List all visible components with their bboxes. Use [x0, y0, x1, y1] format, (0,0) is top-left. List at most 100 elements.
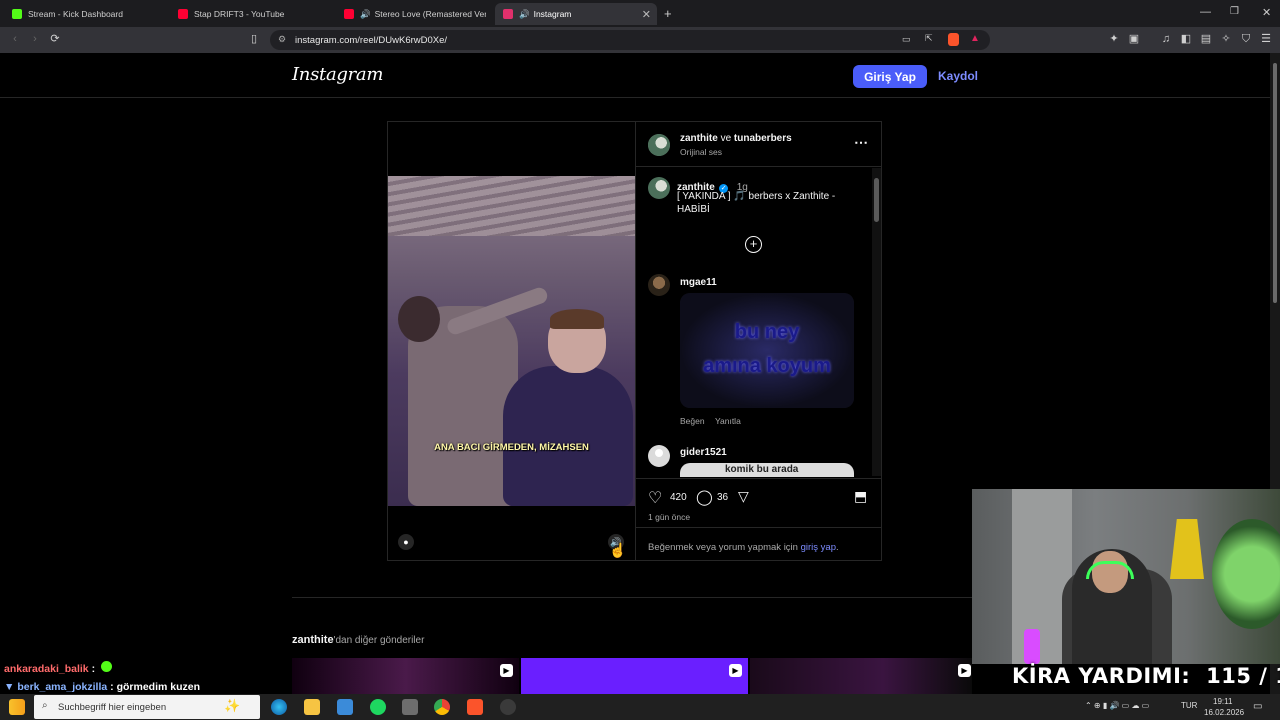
- chat-username: berk_ama_jokzilla: [17, 681, 108, 693]
- menu-icon[interactable]: ☰: [1260, 33, 1272, 45]
- leo-icon[interactable]: ✧: [1220, 33, 1232, 45]
- hair: [550, 309, 604, 329]
- save-icon[interactable]: ⬒: [854, 488, 867, 505]
- sidebar-icon[interactable]: ◧: [1180, 33, 1192, 45]
- calculator-icon[interactable]: [402, 699, 418, 715]
- vpn-icon[interactable]: ⛉: [1240, 33, 1252, 45]
- restore-icon[interactable]: ❐: [1230, 6, 1239, 17]
- tab-youtube-stereo[interactable]: 🔊 Stereo Love (Remastered Version: [336, 3, 486, 25]
- cast-icon[interactable]: ▭: [902, 34, 911, 45]
- bookmark-icon[interactable]: ▯: [248, 33, 260, 45]
- like-count[interactable]: 420: [670, 492, 687, 503]
- wallet2-icon[interactable]: ▤: [1200, 33, 1212, 45]
- tab-instagram[interactable]: 🔊 Instagram ✕: [495, 3, 657, 25]
- coauthor-link[interactable]: tunaberbers: [734, 133, 792, 144]
- authors-conjunction: ve: [720, 133, 732, 144]
- video-subtitle: ANA BACI GİRMEDEN, MİZAHSEN: [434, 442, 589, 453]
- goal-value: 115 / 120: [1206, 664, 1280, 688]
- comment-image-text: amına koyum: [703, 355, 831, 377]
- comment-image-text: komik bu arada: [725, 464, 799, 475]
- header-divider: [0, 97, 1270, 98]
- share-icon[interactable]: ▽: [738, 488, 749, 505]
- comment-image[interactable]: bu ney amına koyum: [680, 293, 854, 408]
- sparkle-icon: ✨: [224, 698, 241, 713]
- chat-text: görmedim kuzen: [116, 681, 200, 693]
- file-explorer-icon[interactable]: [304, 699, 320, 715]
- brave-icon[interactable]: [467, 699, 483, 715]
- author-link[interactable]: zanthite: [680, 133, 718, 144]
- comment-image[interactable]: komik bu arada: [680, 463, 854, 477]
- share-icon[interactable]: ⇱: [925, 33, 933, 44]
- chat-message: ankaradaki_balik :: [4, 661, 112, 675]
- site-info-icon[interactable]: ⚙: [278, 34, 286, 45]
- comment-button[interactable]: ◯: [696, 488, 713, 506]
- chat-message: ▼ berk_ama_jokzilla : görmedim kuzen: [4, 681, 200, 693]
- search-icon: ⌕: [42, 700, 48, 711]
- reply-comment-link[interactable]: Yanıtla: [715, 416, 741, 426]
- kick-icon: [12, 9, 22, 19]
- instagram-logo[interactable]: Instagram: [292, 64, 383, 85]
- taskbar-search[interactable]: ⌕ Suchbegriff hier eingeben ✨: [34, 695, 260, 719]
- brave-shield-icon[interactable]: [948, 33, 959, 46]
- forward-icon[interactable]: ›: [29, 33, 41, 45]
- post-side-panel: zanthite ve tunaberbers Orijinal ses ⋯ z…: [636, 122, 881, 560]
- reload-icon[interactable]: ⟳: [49, 33, 61, 45]
- tab-kick[interactable]: Stream - Kick Dashboard: [4, 3, 169, 25]
- close-tab-icon[interactable]: ✕: [642, 8, 651, 21]
- load-more-comments-icon[interactable]: +: [745, 236, 762, 253]
- obs-icon[interactable]: [500, 699, 516, 715]
- actions-divider: [636, 478, 881, 479]
- chat-badge-icon: ▼: [4, 681, 15, 693]
- edge-icon[interactable]: [271, 699, 287, 715]
- comment-count[interactable]: 36: [717, 492, 728, 503]
- post-time: 1 gün önce: [648, 512, 691, 522]
- commenter-avatar[interactable]: [648, 274, 670, 296]
- comment-username[interactable]: mgae11: [680, 277, 717, 288]
- tab-youtube-drift[interactable]: Stap DRIFT3 - YouTube: [170, 3, 335, 25]
- login-prompt-link[interactable]: giriş yap: [801, 542, 836, 553]
- like-comment-link[interactable]: Beğen: [680, 416, 705, 426]
- more-options-icon[interactable]: ⋯: [854, 134, 868, 151]
- store-icon[interactable]: [337, 699, 353, 715]
- microphone: [1024, 629, 1040, 664]
- tray-icons[interactable]: ⌃ ⊕ ▮ 🔊 ▭ ☁ ▭: [1085, 701, 1149, 710]
- notification-icon[interactable]: ▭: [1253, 701, 1262, 712]
- post-thumbnail[interactable]: ▶: [521, 658, 748, 694]
- clock-time[interactable]: 19:11: [1213, 697, 1232, 706]
- minimize-icon[interactable]: —: [1200, 6, 1211, 18]
- wallet-icon[interactable]: ▣: [1128, 33, 1140, 45]
- caption-avatar[interactable]: [648, 177, 670, 199]
- media-icon[interactable]: ♫: [1160, 33, 1172, 45]
- reel-video[interactable]: ANA BACI GİRMEDEN, MİZAHSEN ● 🔊: [388, 122, 635, 560]
- spotify-icon[interactable]: [370, 699, 386, 715]
- scrollbar-thumb[interactable]: [1273, 63, 1277, 303]
- donation-goal: KİRA YARDIMI: 115 / 120: [1012, 664, 1280, 694]
- post-thumbnail[interactable]: ▶: [750, 658, 972, 694]
- signup-link[interactable]: Kaydol: [938, 69, 978, 83]
- back-icon[interactable]: ‹: [9, 33, 21, 45]
- login-button[interactable]: Giriş Yap: [853, 65, 927, 88]
- audio-label[interactable]: Orijinal ses: [680, 147, 722, 157]
- brave-rewards-icon[interactable]: ▲: [970, 33, 980, 44]
- like-button[interactable]: ♡: [648, 488, 662, 508]
- extensions-icon[interactable]: ✦: [1108, 33, 1120, 45]
- new-tab-icon[interactable]: +: [664, 6, 672, 21]
- comment-username[interactable]: gider1521: [680, 447, 727, 458]
- start-icon[interactable]: [9, 699, 25, 715]
- chat-separator: :: [110, 681, 114, 693]
- user-tag-icon[interactable]: ●: [398, 534, 414, 550]
- comment-actions: Beğen Yanıtla: [680, 416, 741, 426]
- close-window-icon[interactable]: ✕: [1262, 6, 1271, 19]
- more-posts-user[interactable]: zanthite: [292, 634, 334, 646]
- comments-scrollbar[interactable]: [872, 168, 881, 476]
- address-bar[interactable]: ⚙ instagram.com/reel/DUwK6rwD0Xe/ ▭ ⇱ ▲: [270, 30, 990, 50]
- language-indicator[interactable]: TUR: [1181, 701, 1197, 710]
- reel-icon: ▶: [958, 664, 971, 677]
- author-avatar[interactable]: [648, 134, 670, 156]
- chat-emote-icon: [100, 661, 112, 672]
- instagram-icon: [503, 9, 513, 19]
- chrome-icon[interactable]: [434, 699, 450, 715]
- post-thumbnail[interactable]: ▶: [292, 658, 519, 694]
- clock-date[interactable]: 16.02.2026: [1204, 708, 1244, 717]
- commenter-avatar[interactable]: [648, 445, 670, 467]
